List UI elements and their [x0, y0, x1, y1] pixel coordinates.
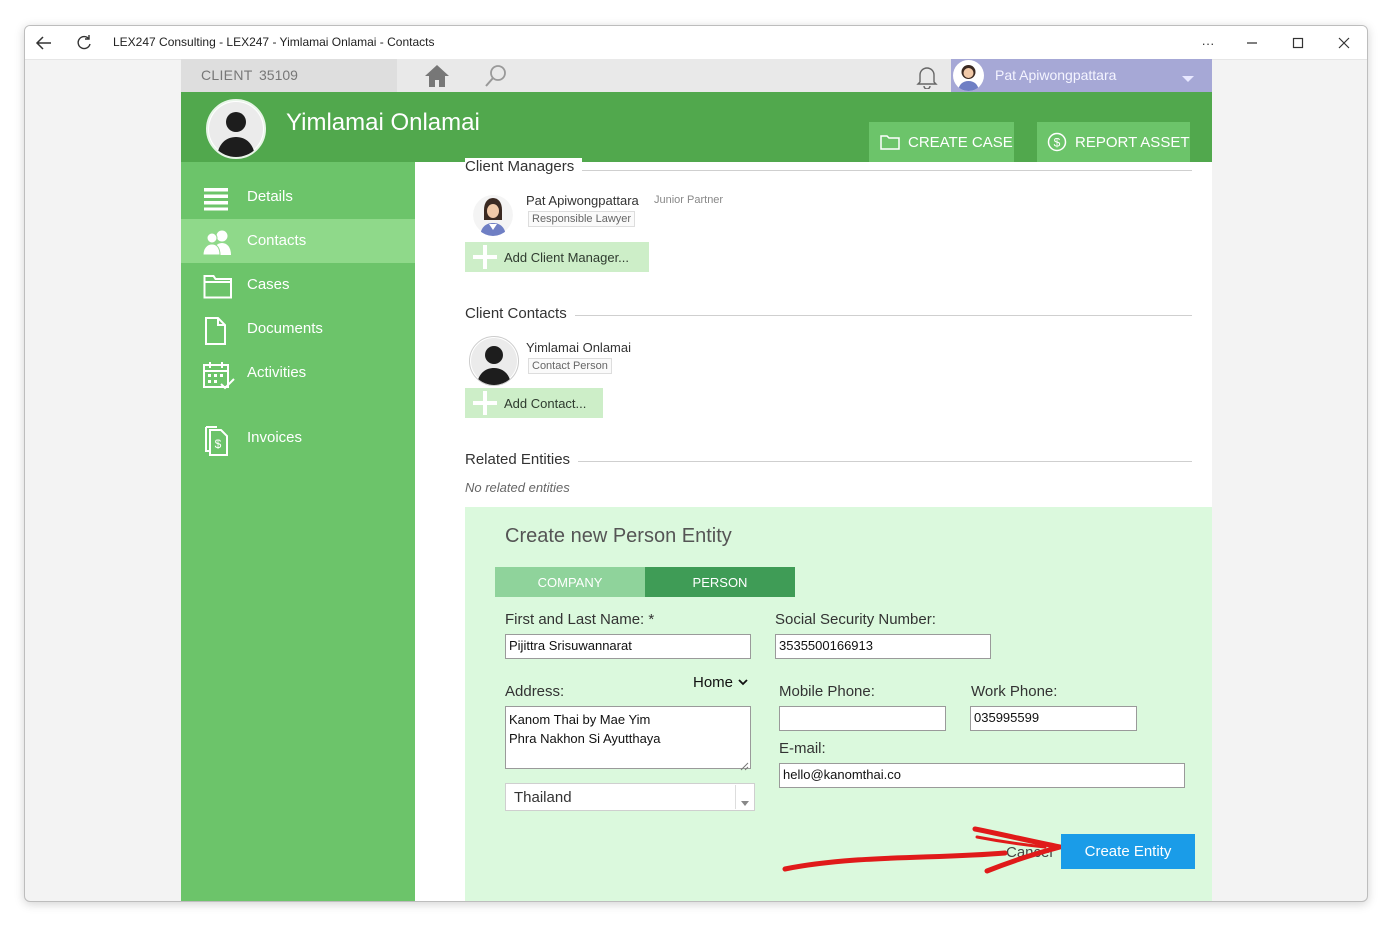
folder-icon: [203, 273, 232, 299]
sidebar-item-label: Contacts: [247, 232, 307, 249]
sidebar-item-cases[interactable]: Cases: [181, 263, 415, 307]
mobile-label: Mobile Phone:: [779, 683, 875, 700]
chevron-down-icon: [738, 678, 748, 687]
bell-icon[interactable]: [914, 63, 940, 94]
maximize-icon[interactable]: [1287, 32, 1309, 54]
list-icon: [203, 185, 229, 211]
country-value: Thailand: [514, 789, 572, 806]
tab-company[interactable]: COMPANY: [495, 567, 645, 597]
calendar-icon: [203, 361, 235, 390]
entity-avatar: [206, 99, 266, 159]
work-phone-input[interactable]: 035995599: [970, 706, 1137, 731]
sidebar-item-label: Invoices: [247, 429, 303, 446]
red-arrow-annotation: [782, 826, 1063, 874]
entity-name: Yimlamai Onlamai: [286, 109, 480, 136]
add-client-manager-button[interactable]: Add Client Manager...: [465, 242, 649, 272]
client-indicator: CLIENT 35109: [181, 59, 397, 92]
create-entity-form: Create new Person Entity COMPANY PERSON …: [465, 507, 1212, 901]
user-menu[interactable]: Pat Apiwongpattara: [951, 59, 1212, 92]
dollar-circle-icon: $: [1047, 132, 1067, 152]
contact-name[interactable]: Yimlamai Onlamai: [526, 340, 631, 355]
plus-icon: [472, 244, 498, 270]
select-divider: [735, 785, 736, 809]
manager-name[interactable]: Pat Apiwongpattara: [526, 193, 639, 208]
dropdown-arrow-icon: [741, 794, 749, 811]
add-contact-label: Add Contact...: [504, 395, 587, 411]
add-contact-button[interactable]: Add Contact...: [465, 388, 603, 418]
people-icon: [202, 229, 231, 256]
sidebar-item-label: Documents: [247, 320, 323, 337]
contact-tag: Contact Person: [528, 358, 612, 374]
related-entities-title: Related Entities: [465, 451, 579, 468]
create-case-button[interactable]: CREATE CASE: [869, 122, 1014, 162]
sidebar-item-details[interactable]: Details: [181, 175, 415, 219]
sidebar-item-contacts[interactable]: Contacts: [181, 219, 415, 263]
close-icon[interactable]: [1333, 32, 1355, 54]
top-bar: CLIENT 35109 Pat Apiwongpattara: [181, 59, 1212, 92]
app-content: CLIENT 35109 Pat Apiwongpattara Yimlamai…: [181, 59, 1212, 901]
main-content: Client Managers Pat Apiwongpattara Junio…: [415, 158, 1212, 901]
client-label: CLIENT: [201, 67, 253, 83]
address-type-dropdown[interactable]: Home: [693, 674, 748, 691]
client-number: 35109: [259, 67, 298, 83]
manager-avatar: [473, 194, 513, 236]
manager-role: Junior Partner: [654, 194, 724, 206]
window-title: LEX247 Consulting - LEX247 - Yimlamai On…: [113, 35, 435, 49]
sidebar: Details Contacts Cases Documents Activit…: [181, 162, 415, 901]
address-label: Address:: [505, 683, 565, 700]
folder-icon: [880, 134, 900, 150]
sidebar-item-label: Activities: [247, 364, 307, 381]
tab-person[interactable]: PERSON: [645, 567, 795, 597]
add-client-manager-label: Add Client Manager...: [504, 249, 630, 265]
minimize-icon[interactable]: [1241, 32, 1263, 54]
plus-icon: [472, 390, 498, 416]
create-entity-button[interactable]: Create Entity: [1061, 834, 1195, 869]
sidebar-item-activities[interactable]: Activities: [181, 351, 415, 395]
name-input[interactable]: Pijittra Srisuwannarat: [505, 634, 751, 659]
create-case-label: CREATE CASE: [908, 133, 1013, 151]
sidebar-item-invoices[interactable]: $ Invoices: [181, 416, 415, 460]
home-icon[interactable]: [423, 63, 451, 94]
manager-tag: Responsible Lawyer: [528, 211, 636, 227]
country-select[interactable]: Thailand: [505, 783, 755, 811]
name-label: First and Last Name: *: [505, 611, 655, 628]
back-arrow-icon[interactable]: [33, 32, 55, 54]
contact-avatar: [469, 336, 519, 386]
user-name: Pat Apiwongpattara: [995, 67, 1117, 83]
search-icon[interactable]: [483, 64, 509, 93]
mobile-input[interactable]: [779, 706, 946, 731]
document-icon: [203, 317, 229, 345]
sidebar-item-documents[interactable]: Documents: [181, 307, 415, 351]
chevron-down-icon: [1181, 71, 1195, 89]
svg-text:$: $: [215, 437, 222, 451]
client-managers-title: Client Managers: [465, 158, 583, 175]
address-type-label: Home: [693, 674, 734, 691]
title-bar: LEX247 Consulting - LEX247 - Yimlamai On…: [25, 26, 1367, 60]
invoice-icon: $: [203, 426, 229, 456]
report-asset-label: REPORT ASSET: [1075, 133, 1190, 151]
refresh-icon[interactable]: [73, 32, 95, 54]
no-related-entities-text: No related entities: [465, 480, 570, 495]
ssn-input[interactable]: 3535500166913: [775, 634, 991, 659]
ssn-label: Social Security Number:: [775, 611, 936, 628]
email-input[interactable]: hello@kanomthai.co: [779, 763, 1185, 788]
entity-header: Yimlamai Onlamai CREATE CASE $ REPORT AS…: [181, 92, 1212, 162]
client-contacts-title: Client Contacts: [465, 305, 575, 322]
form-title: Create new Person Entity: [505, 525, 732, 547]
user-avatar: [953, 60, 984, 91]
report-asset-button[interactable]: $ REPORT ASSET: [1037, 122, 1190, 162]
resize-grip-icon[interactable]: [740, 758, 749, 776]
more-options-icon[interactable]: ···: [1197, 32, 1219, 54]
app-window: LEX247 Consulting - LEX247 - Yimlamai On…: [24, 25, 1368, 902]
work-phone-label: Work Phone:: [971, 683, 1058, 700]
sidebar-item-label: Details: [247, 188, 293, 205]
sidebar-item-label: Cases: [247, 276, 290, 293]
address-textarea[interactable]: Kanom Thai by Mae Yim Phra Nakhon Si Ayu…: [505, 706, 751, 769]
svg-text:$: $: [1054, 136, 1061, 150]
email-label: E-mail:: [779, 740, 826, 757]
